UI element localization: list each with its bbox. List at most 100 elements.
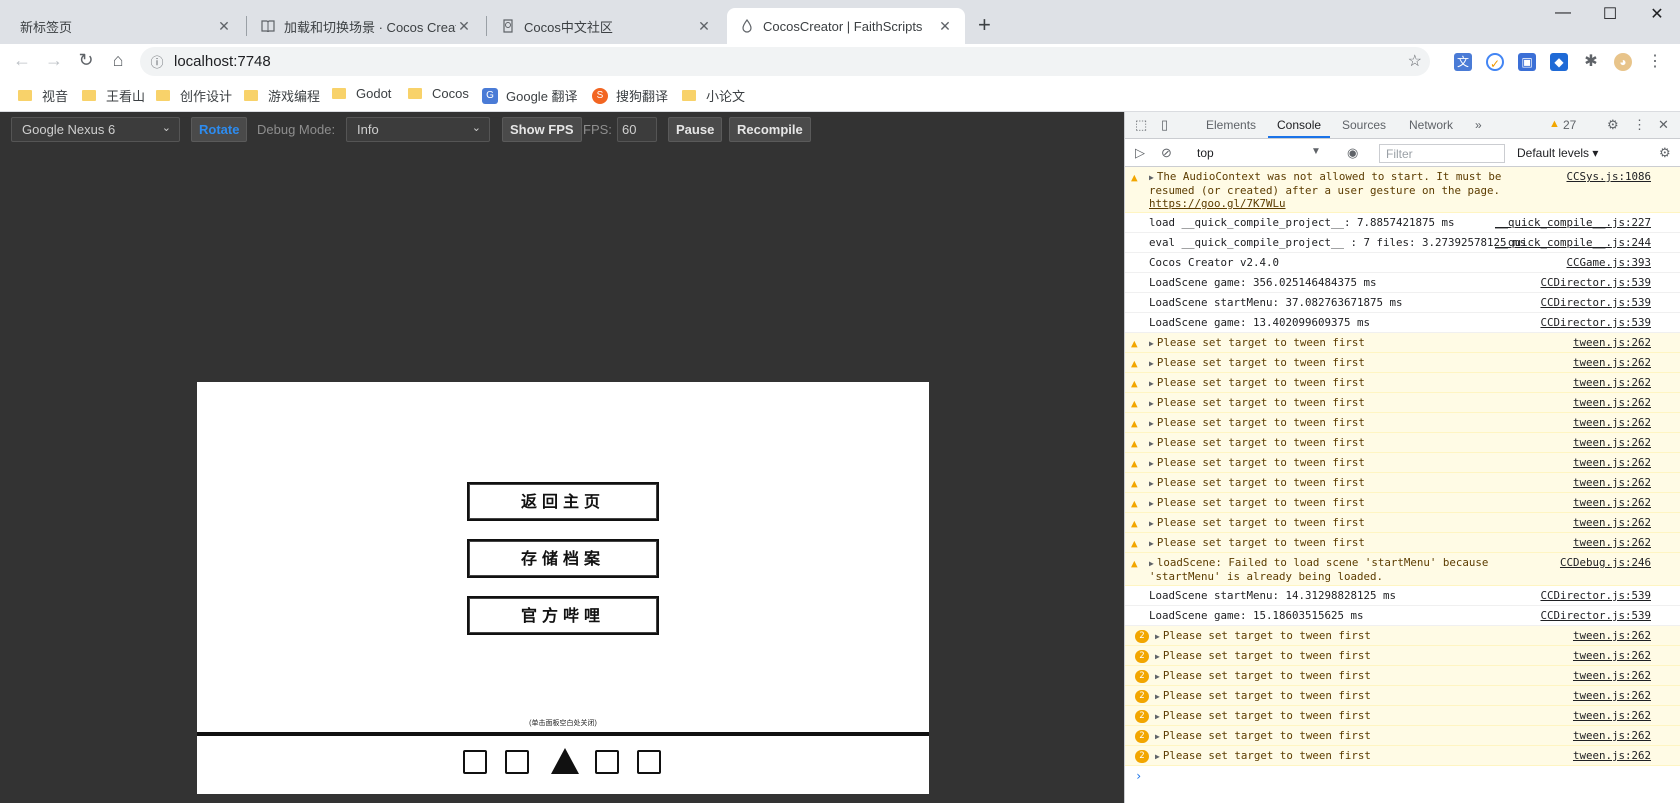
source-link[interactable]: tween.js:262 (1573, 749, 1651, 762)
new-tab-button[interactable]: + (978, 12, 991, 38)
close-icon[interactable]: ✕ (696, 18, 712, 35)
expand-triangle-icon[interactable]: ▶ (1149, 439, 1154, 448)
source-link[interactable]: tween.js:262 (1573, 476, 1651, 489)
source-link[interactable]: CCDirector.js:539 (1540, 609, 1651, 622)
bookmark-item[interactable]: Godot (332, 86, 391, 101)
tab-elements[interactable]: Elements (1206, 118, 1256, 132)
eye-icon[interactable]: ◉ (1347, 145, 1358, 161)
console-warning-row[interactable]: ▲ ▶ loadScene: Failed to load scene 'start… (1125, 553, 1680, 586)
console-warning-row[interactable]: ▲ ▶ Please set target to tween first tween.… (1125, 373, 1680, 393)
source-link[interactable]: CCGame.js:393 (1566, 256, 1651, 269)
close-icon[interactable]: ✕ (937, 18, 953, 35)
expand-triangle-icon[interactable]: ▶ (1149, 519, 1154, 528)
browser-tab-new-tab[interactable]: 新标签页 ✕ (8, 8, 244, 44)
forward-arrow-icon[interactable]: → (42, 50, 66, 71)
console-message-link[interactable]: https://goo.gl/7K7WLu (1149, 197, 1286, 210)
console-log-row[interactable]: load __quick_compile_project__: 7.885742… (1125, 213, 1680, 233)
save-archive-button[interactable]: 存储档案 (467, 539, 659, 578)
return-home-button[interactable]: 返回主页 (467, 482, 659, 521)
tab-network[interactable]: Network (1409, 118, 1453, 132)
expand-triangle-icon[interactable]: ▶ (1155, 672, 1160, 681)
gear-icon[interactable]: ⚙ (1607, 117, 1619, 133)
expand-triangle-icon[interactable]: ▶ (1149, 459, 1154, 468)
source-link[interactable]: CCSys.js:1086 (1566, 170, 1651, 183)
official-bilibili-button[interactable]: 官方哔哩 (467, 596, 659, 635)
bookmark-item[interactable]: 视音 (18, 86, 68, 105)
cap-extension-icon[interactable]: ◆ (1550, 53, 1568, 71)
gear-icon[interactable]: ⚙ (1659, 145, 1671, 161)
reload-icon[interactable]: ↻ (74, 50, 98, 71)
console-warning-row[interactable]: ▲ ▶ Please set target to tween first tween.… (1125, 333, 1680, 353)
filter-input[interactable]: Filter (1379, 144, 1505, 163)
bookmark-item[interactable]: G Google 翻译 (482, 86, 578, 105)
expand-triangle-icon[interactable]: ▶ (1155, 732, 1160, 741)
translate-extension-icon[interactable]: 文 (1454, 53, 1472, 71)
back-arrow-icon[interactable]: ← (10, 50, 34, 71)
console-log-row[interactable]: LoadScene startMenu: 14.31298828125 ms CC… (1125, 586, 1680, 606)
source-link[interactable]: tween.js:262 (1573, 669, 1651, 682)
source-link[interactable]: __quick_compile__.js:244 (1495, 236, 1651, 249)
browser-tab-cocos-creator[interactable]: CocosCreator | FaithScripts ✕ (727, 8, 965, 44)
close-icon[interactable]: ✕ (216, 18, 232, 35)
console-warning-row[interactable]: 2 ▶ Please set target to tween first tween.… (1125, 666, 1680, 686)
check-extension-icon[interactable]: ✓ (1486, 53, 1504, 71)
inventory-slot[interactable] (463, 750, 487, 774)
show-fps-button[interactable]: Show FPS (502, 117, 582, 142)
console-warning-row[interactable]: ▲ ▶ Please set target to tween first tween.… (1125, 473, 1680, 493)
source-link[interactable]: CCDirector.js:539 (1540, 276, 1651, 289)
source-link[interactable]: tween.js:262 (1573, 729, 1651, 742)
source-link[interactable]: tween.js:262 (1573, 516, 1651, 529)
console-warning-row[interactable]: ▲ ▶ Please set target to tween first tween.… (1125, 393, 1680, 413)
source-link[interactable]: tween.js:262 (1573, 709, 1651, 722)
console-warning-row[interactable]: ▲ ▶ Please set target to tween first tween.… (1125, 493, 1680, 513)
console-warning-row[interactable]: ▲ ▶ Please set target to tween first tween.… (1125, 353, 1680, 373)
expand-triangle-icon[interactable]: ▶ (1155, 692, 1160, 701)
expand-triangle-icon[interactable]: ▶ (1149, 479, 1154, 488)
inventory-slot[interactable] (637, 750, 661, 774)
console-warning-row[interactable]: ▲ ▶ Please set target to tween first tween.… (1125, 513, 1680, 533)
bookmark-item[interactable]: 创作设计 (156, 86, 232, 105)
console-warning-row[interactable]: ▲ ▶ Please set target to tween first tween.… (1125, 453, 1680, 473)
save-extension-icon[interactable]: ▣ (1518, 53, 1536, 71)
bookmark-item[interactable]: 游戏编程 (244, 86, 320, 105)
inventory-slot[interactable] (595, 750, 619, 774)
bookmark-star-icon[interactable]: ☆ (1408, 51, 1422, 71)
source-link[interactable]: tween.js:262 (1573, 416, 1651, 429)
bookmark-item[interactable]: Cocos (408, 86, 469, 101)
source-link[interactable]: CCDirector.js:539 (1540, 589, 1651, 602)
home-icon[interactable]: ⌂ (106, 50, 130, 71)
console-log-row[interactable]: Cocos Creator v2.4.0 CCGame.js:393 (1125, 253, 1680, 273)
console-log-row[interactable]: LoadScene game: 15.18603515625 ms CCDirec… (1125, 606, 1680, 626)
source-link[interactable]: tween.js:262 (1573, 376, 1651, 389)
console-warning-row[interactable]: ▲ ▶ Please set target to tween first tween.… (1125, 533, 1680, 553)
browser-tab-cocos-docs[interactable]: 加载和切换场景 · Cocos Creator ✕ (248, 8, 484, 44)
source-link[interactable]: CCDirector.js:539 (1540, 296, 1651, 309)
console-warning-row[interactable]: 2 ▶ Please set target to tween first tween.… (1125, 706, 1680, 726)
context-select[interactable]: top (1197, 146, 1214, 160)
close-window-button[interactable]: ✕ (1634, 4, 1680, 28)
kebab-menu-icon[interactable]: ⋮ (1633, 117, 1646, 133)
more-menu-icon[interactable]: ⋮ (1646, 53, 1664, 71)
source-link[interactable]: tween.js:262 (1573, 456, 1651, 469)
console-log-row[interactable]: eval __quick_compile_project__ : 7 files… (1125, 233, 1680, 253)
puzzle-extensions-icon[interactable]: ✱ (1582, 53, 1600, 71)
info-icon[interactable]: ⓘ (140, 52, 174, 71)
console-log-row[interactable]: LoadScene startMenu: 37.082763671875 ms C… (1125, 293, 1680, 313)
device-select[interactable]: Google Nexus 6 ⌄ (11, 117, 180, 142)
source-link[interactable]: tween.js:262 (1573, 336, 1651, 349)
console-log-row[interactable]: LoadScene game: 13.402099609375 ms CCDire… (1125, 313, 1680, 333)
expand-triangle-icon[interactable]: ▶ (1155, 712, 1160, 721)
expand-triangle-icon[interactable]: ▶ (1149, 559, 1154, 568)
source-link[interactable]: tween.js:262 (1573, 629, 1651, 642)
clear-console-icon[interactable]: ⊘ (1161, 145, 1172, 161)
warning-icon[interactable]: ▲ (1549, 118, 1560, 130)
bookmark-item[interactable]: 王看山 (82, 86, 145, 105)
console-warning-row[interactable]: 2 ▶ Please set target to tween first tween.… (1125, 746, 1680, 766)
log-levels-select[interactable]: Default levels ▾ (1517, 146, 1598, 160)
console-warning-row[interactable]: 2 ▶ Please set target to tween first tween.… (1125, 686, 1680, 706)
expand-triangle-icon[interactable]: ▶ (1149, 419, 1154, 428)
close-icon[interactable]: ✕ (1658, 117, 1669, 133)
bookmark-item[interactable]: S 搜狗翻译 (592, 86, 668, 105)
sidebar-toggle-icon[interactable]: ▷ (1135, 145, 1145, 161)
source-link[interactable]: CCDirector.js:539 (1540, 316, 1651, 329)
